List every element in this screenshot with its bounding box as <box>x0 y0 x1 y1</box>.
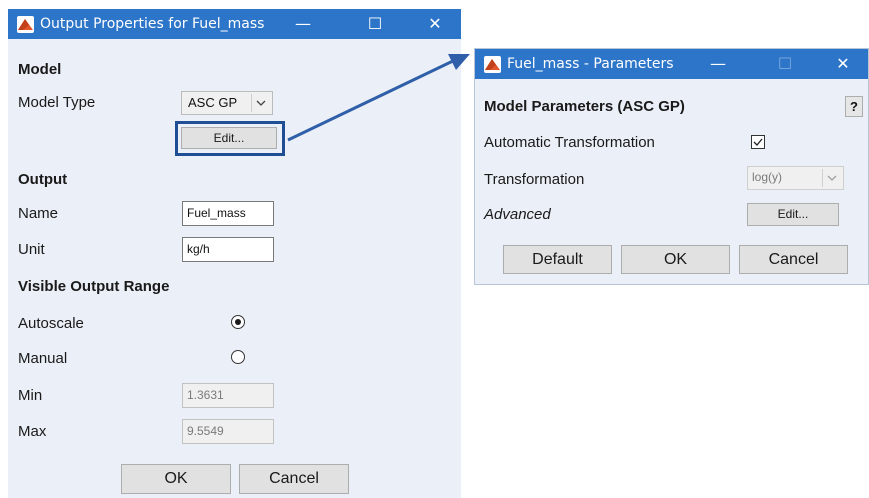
title-bar[interactable]: Output Properties for Fuel_mass — ☐ ✕ <box>8 9 461 39</box>
close-button[interactable]: ✕ <box>825 49 861 79</box>
ok-button[interactable]: OK <box>621 245 730 274</box>
output-section-heading: Output <box>18 171 68 188</box>
maximize-button[interactable]: ☐ <box>357 9 393 39</box>
cancel-button[interactable]: Cancel <box>739 245 848 274</box>
maximize-button[interactable]: ☐ <box>767 49 803 79</box>
model-section-heading: Model <box>18 61 62 78</box>
dialog-body: Model Parameters (ASC GP) ? Automatic Tr… <box>475 79 868 284</box>
auto-transform-checkbox[interactable] <box>751 135 765 149</box>
autoscale-label: Autoscale <box>18 315 84 332</box>
unit-label: Unit <box>18 241 45 258</box>
cancel-button[interactable]: Cancel <box>239 464 349 494</box>
output-properties-dialog: Output Properties for Fuel_mass — ☐ ✕ Mo… <box>8 9 461 498</box>
transformation-value: log(y) <box>752 170 783 184</box>
matlab-icon <box>484 56 501 73</box>
range-section-heading: Visible Output Range <box>18 278 170 295</box>
advanced-label: Advanced <box>484 206 551 223</box>
help-button[interactable]: ? <box>845 96 863 117</box>
ok-button[interactable]: OK <box>121 464 231 494</box>
auto-transform-label: Automatic Transformation <box>484 134 655 151</box>
min-label: Min <box>18 387 43 404</box>
advanced-edit-button[interactable]: Edit... <box>747 203 839 226</box>
window-title: Fuel_mass - Parameters <box>507 56 674 72</box>
default-button[interactable]: Default <box>503 245 612 274</box>
name-label: Name <box>18 205 59 222</box>
transformation-dropdown[interactable]: log(y) <box>747 166 844 190</box>
dialog-body: Model Model Type ASC GP Edit... Output N… <box>8 39 461 498</box>
window-title: Output Properties for Fuel_mass <box>40 16 265 32</box>
model-type-label: Model Type <box>18 94 96 111</box>
radio-selected-dot <box>235 319 241 325</box>
unit-field[interactable]: kg/h <box>182 237 274 262</box>
chevron-down-icon <box>822 169 841 187</box>
matlab-icon <box>17 16 34 33</box>
minimize-button[interactable]: — <box>285 9 321 39</box>
parameters-section-heading: Model Parameters (ASC GP) <box>484 98 685 115</box>
checkmark-icon <box>753 138 763 146</box>
min-field[interactable]: 1.3631 <box>182 383 274 408</box>
name-field[interactable]: Fuel_mass <box>182 201 274 226</box>
parameters-dialog: Fuel_mass - Parameters — ☐ ✕ Model Param… <box>474 48 869 285</box>
title-bar[interactable]: Fuel_mass - Parameters — ☐ ✕ <box>475 49 868 79</box>
autoscale-radio[interactable] <box>231 315 245 329</box>
max-label: Max <box>18 423 47 440</box>
chevron-down-icon <box>251 94 270 112</box>
manual-radio[interactable] <box>231 350 245 364</box>
model-type-value: ASC GP <box>188 95 238 110</box>
max-field[interactable]: 9.5549 <box>182 419 274 444</box>
model-type-dropdown[interactable]: ASC GP <box>181 91 273 115</box>
transformation-label: Transformation <box>484 171 585 188</box>
model-edit-button[interactable]: Edit... <box>181 127 277 149</box>
minimize-button[interactable]: — <box>700 49 736 79</box>
close-button[interactable]: ✕ <box>417 9 453 39</box>
manual-label: Manual <box>18 350 68 367</box>
